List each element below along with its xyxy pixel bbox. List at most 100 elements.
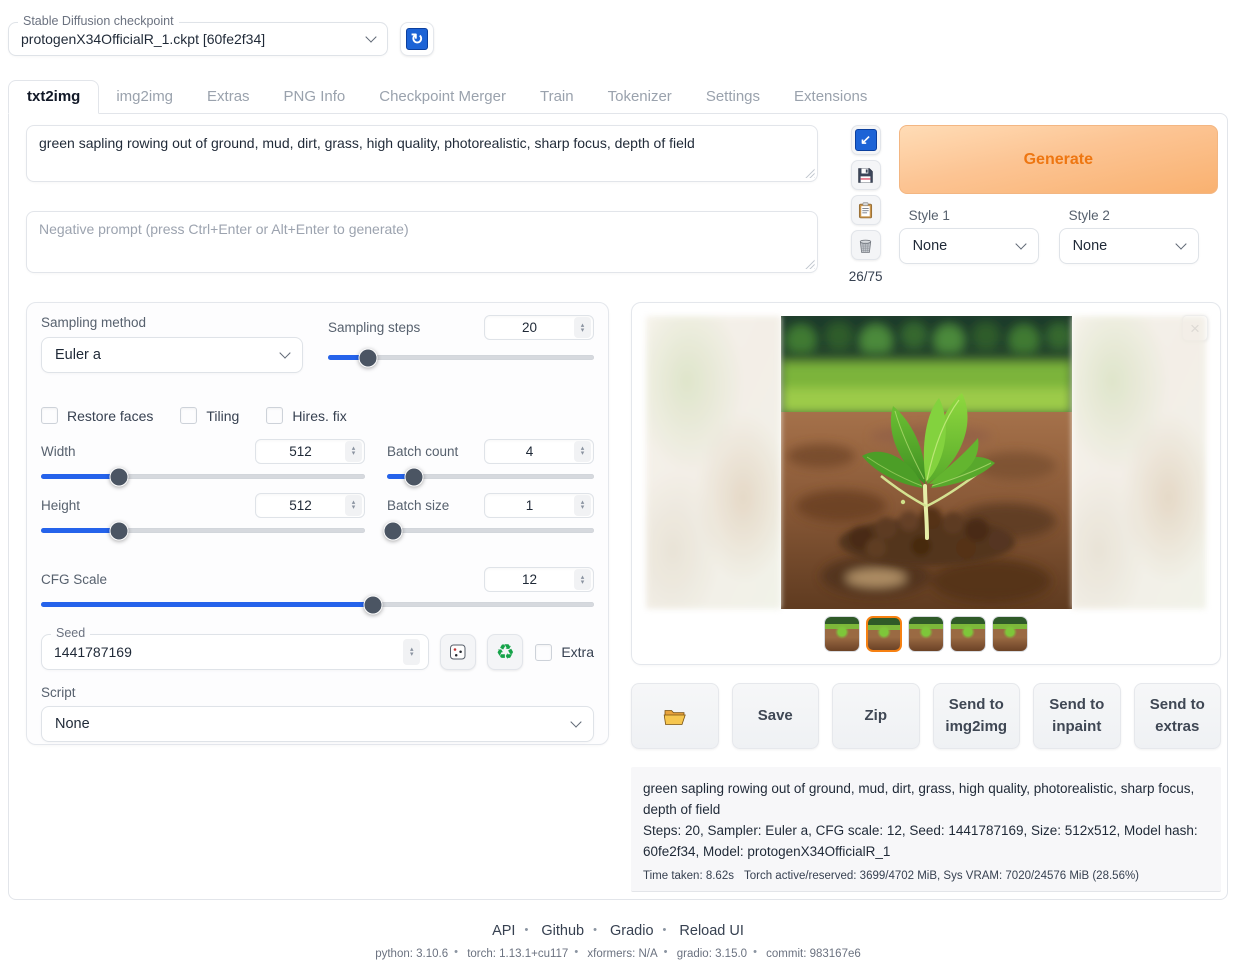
tab-train[interactable]: Train — [523, 81, 591, 113]
gallery-next-image[interactable] — [1072, 316, 1207, 609]
tiling-checkbox[interactable] — [180, 407, 197, 424]
read-generation-params-button[interactable]: ↙ — [851, 125, 881, 155]
number-spinner[interactable]: ▴▾ — [345, 495, 362, 516]
height-slider[interactable] — [41, 528, 365, 533]
python-version: python: 3.10.6 — [375, 948, 448, 960]
restore-faces-checkbox[interactable] — [41, 407, 58, 424]
batch-size-group: Batch size ▴▾ — [387, 492, 594, 533]
clear-prompt-button[interactable] — [851, 230, 881, 260]
generation-info-panel: green sapling rowing out of ground, mud,… — [631, 767, 1221, 892]
slider-knob[interactable] — [363, 595, 382, 614]
apply-style-button[interactable] — [851, 195, 881, 225]
batch-size-input[interactable] — [485, 498, 574, 513]
footer-link-api[interactable]: API — [492, 923, 515, 939]
seed-input-box: Seed ▴▾ — [41, 634, 429, 670]
style2-dropdown[interactable]: None — [1059, 228, 1199, 264]
send-to-inpaint-label: Send to inpaint — [1042, 694, 1112, 738]
thumbnail-3[interactable] — [908, 616, 944, 652]
random-seed-button[interactable] — [440, 634, 476, 670]
cfg-input[interactable] — [485, 572, 574, 587]
app-window: Stable Diffusion checkpoint protogenX34O… — [0, 0, 1236, 966]
send-to-inpaint-button[interactable]: Send to inpaint — [1033, 683, 1121, 749]
negative-prompt-input[interactable] — [26, 211, 818, 273]
send-to-img2img-button[interactable]: Send to img2img — [933, 683, 1021, 749]
save-button[interactable]: Save — [732, 683, 820, 749]
width-slider[interactable] — [41, 474, 365, 479]
slider-knob[interactable] — [404, 467, 423, 486]
sampling-steps-input[interactable] — [485, 320, 574, 335]
thumbnail-2-selected[interactable] — [866, 616, 902, 652]
prompt-input[interactable]: green sapling rowing out of ground, mud,… — [26, 125, 818, 182]
zip-button[interactable]: Zip — [832, 683, 920, 749]
footer-versions: python: 3.10.6• torch: 1.13.1+cu117• xfo… — [0, 946, 1236, 960]
prompt-tools-column: ↙ 26/75 — [851, 125, 881, 284]
checkpoint-dropdown[interactable]: Stable Diffusion checkpoint protogenX34O… — [8, 22, 388, 56]
spinner-down-icon: ▾ — [352, 505, 356, 510]
chevron-down-icon — [279, 347, 290, 358]
bullet-separator: • — [524, 924, 528, 936]
number-spinner[interactable]: ▴▾ — [345, 441, 362, 462]
extra-checkbox[interactable] — [535, 644, 552, 661]
number-spinner[interactable]: ▴▾ — [574, 495, 591, 516]
script-dropdown[interactable]: None — [41, 706, 594, 742]
txt2img-panel: green sapling rowing out of ground, mud,… — [8, 113, 1228, 900]
generate-button[interactable]: Generate — [899, 125, 1218, 194]
number-spinner[interactable]: ▴▾ — [403, 639, 420, 665]
recycle-icon: ♻ — [496, 642, 515, 663]
sampling-method-dropdown[interactable]: Euler a — [41, 337, 303, 373]
width-input[interactable] — [256, 444, 345, 459]
style1-dropdown[interactable]: None — [899, 228, 1039, 264]
tab-img2img[interactable]: img2img — [99, 81, 190, 113]
output-column: × — [631, 302, 1221, 892]
footer-link-gradio[interactable]: Gradio — [610, 923, 654, 939]
tab-txt2img[interactable]: txt2img — [8, 80, 99, 114]
tab-extras[interactable]: Extras — [190, 81, 267, 113]
vram-usage-text: Torch active/reserved: 3699/4702 MiB, Sy… — [744, 870, 1139, 882]
hires-fix-checkbox[interactable] — [266, 407, 283, 424]
cfg-slider[interactable] — [41, 602, 594, 607]
generated-image[interactable] — [781, 316, 1072, 609]
spinner-down-icon: ▾ — [581, 505, 585, 510]
footer-link-github[interactable]: Github — [541, 923, 584, 939]
xformers-version: xformers: N/A — [587, 948, 657, 960]
slider-knob[interactable] — [109, 467, 128, 486]
slider-knob[interactable] — [358, 348, 377, 367]
footer-links: API• Github• Gradio• Reload UI — [0, 923, 1236, 939]
tab-checkpoint-merger[interactable]: Checkpoint Merger — [362, 81, 523, 113]
seed-input[interactable] — [54, 644, 403, 660]
tab-extensions[interactable]: Extensions — [777, 81, 884, 113]
spinner-down-icon: ▾ — [352, 451, 356, 456]
thumbnail-5[interactable] — [992, 616, 1028, 652]
tab-tokenizer[interactable]: Tokenizer — [591, 81, 689, 113]
prompt-column: green sapling rowing out of ground, mud,… — [26, 125, 818, 284]
batch-count-slider[interactable] — [387, 474, 594, 479]
prompt-row: green sapling rowing out of ground, mud,… — [9, 114, 1227, 284]
reuse-seed-button[interactable]: ♻ — [487, 634, 523, 670]
batch-size-slider[interactable] — [387, 528, 594, 533]
number-spinner[interactable]: ▴▾ — [574, 441, 591, 462]
send-to-extras-button[interactable]: Send to extras — [1134, 683, 1222, 749]
seed-row: Seed ▴▾ ♻ Extra — [41, 634, 594, 670]
thumbnail-1[interactable] — [824, 616, 860, 652]
tab-png-info[interactable]: PNG Info — [267, 81, 363, 113]
slider-knob[interactable] — [109, 521, 128, 540]
number-spinner[interactable]: ▴▾ — [574, 569, 591, 590]
refresh-icon: ↻ — [406, 28, 428, 50]
open-folder-button[interactable] — [631, 683, 719, 749]
footer-link-reload-ui[interactable]: Reload UI — [679, 923, 743, 939]
slider-fill — [41, 528, 119, 533]
bullet-separator: • — [593, 924, 597, 936]
slider-knob[interactable] — [384, 521, 403, 540]
number-spinner[interactable]: ▴▾ — [574, 317, 591, 338]
save-style-button[interactable] — [851, 160, 881, 190]
gallery-prev-image[interactable] — [646, 316, 781, 609]
thumbnail-4[interactable] — [950, 616, 986, 652]
folder-icon — [663, 707, 687, 726]
height-input[interactable] — [256, 498, 345, 513]
sampling-steps-slider[interactable] — [328, 355, 594, 360]
extra-label: Extra — [561, 644, 594, 660]
batch-count-input[interactable] — [485, 444, 574, 459]
tab-settings[interactable]: Settings — [689, 81, 777, 113]
refresh-checkpoints-button[interactable]: ↻ — [400, 22, 434, 56]
cfg-label: CFG Scale — [41, 572, 107, 587]
